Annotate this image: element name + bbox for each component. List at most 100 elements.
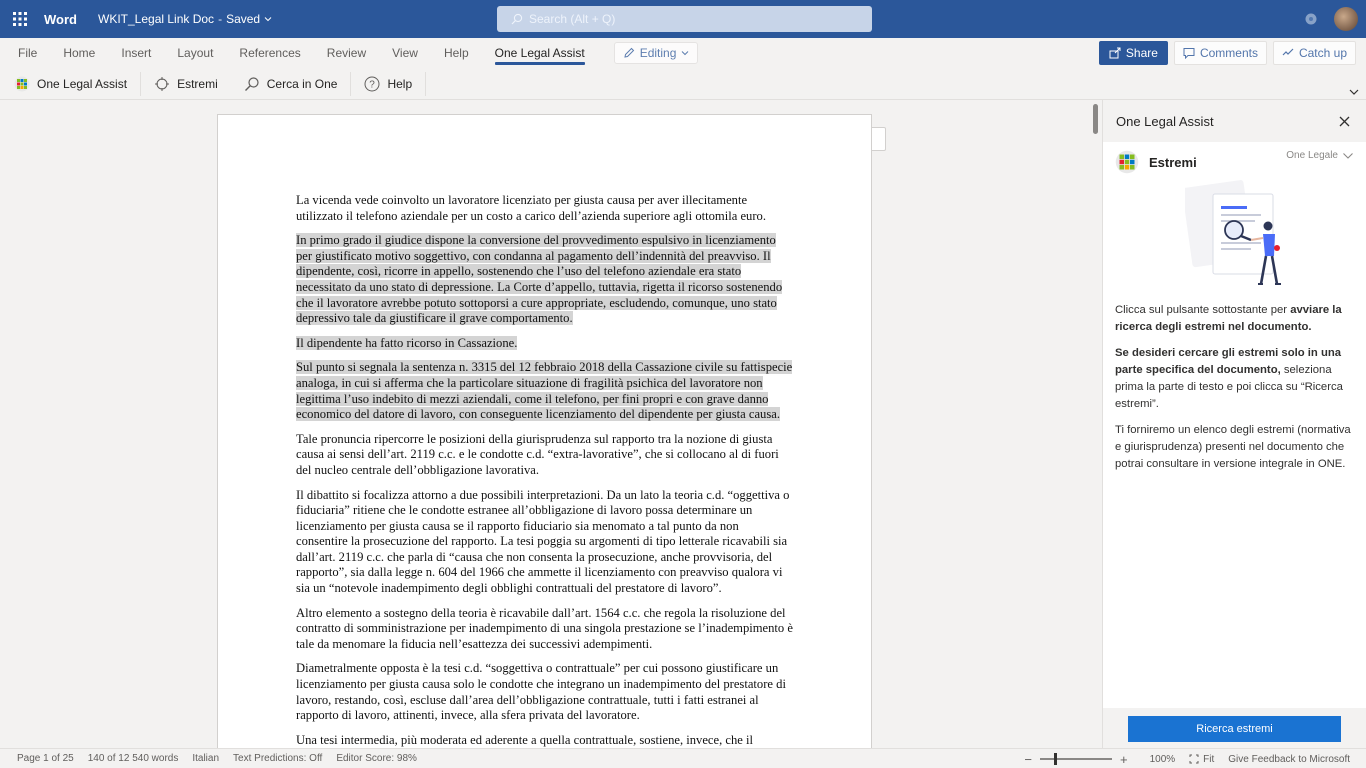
source-selector-label: One Legale xyxy=(1286,150,1338,161)
share-icon xyxy=(1109,47,1121,59)
paragraph-text: Diametralmente opposta è la tesi c.d. “s… xyxy=(296,661,786,723)
title-bar: Word WKIT_Legal Link Doc - Saved xyxy=(0,0,1366,38)
ribbon-toolbar: One Legal Assist Estremi Cerca in One ? … xyxy=(0,68,1366,100)
help-button[interactable]: ? Help xyxy=(351,70,425,98)
text-predictions-status[interactable]: Text Predictions: Off xyxy=(226,753,329,764)
save-status: Saved xyxy=(226,12,261,26)
document-paragraph[interactable]: Tale pronuncia ripercorre le posizioni d… xyxy=(296,432,793,479)
comments-button[interactable]: Comments xyxy=(1173,41,1267,65)
toolbar-divider xyxy=(425,71,427,96)
word-count[interactable]: 140 of 12 540 words xyxy=(81,753,186,764)
page-count[interactable]: Page 1 of 25 xyxy=(0,753,81,764)
tab-help[interactable]: Help xyxy=(431,38,482,68)
document-name[interactable]: WKIT_Legal Link Doc - Saved xyxy=(98,12,272,26)
fit-icon xyxy=(1189,754,1199,764)
search-box[interactable] xyxy=(497,6,872,32)
section-title: Estremi xyxy=(1149,154,1197,170)
zoom-out-button[interactable]: − xyxy=(1024,752,1032,767)
search-icon xyxy=(511,13,523,25)
tab-layout[interactable]: Layout xyxy=(164,38,226,68)
settings-icon[interactable] xyxy=(1296,0,1326,38)
comments-label: Comments xyxy=(1199,46,1258,60)
zoom-control: − + 100% xyxy=(1024,752,1175,767)
app-launcher-icon[interactable] xyxy=(0,0,40,38)
share-button[interactable]: Share xyxy=(1098,41,1168,65)
zoom-slider-handle[interactable] xyxy=(1054,753,1057,765)
document-paragraph[interactable]: Il dibattito si focalizza attorno a due … xyxy=(296,488,793,597)
cerca-in-one-label: Cerca in One xyxy=(266,76,338,91)
catch-up-button[interactable]: Catch up xyxy=(1272,41,1356,65)
ribbon-tabs: File Home Insert Layout References Revie… xyxy=(0,38,1366,68)
document-paragraph[interactable]: Altro elemento a sostegno della teoria è… xyxy=(296,606,793,653)
tab-references[interactable]: References xyxy=(226,38,313,68)
cerca-in-one-button[interactable]: Cerca in One xyxy=(231,70,351,98)
document-paragraph[interactable]: Sul punto si segnala la sentenza n. 3315… xyxy=(296,360,793,422)
one-legal-logo-icon xyxy=(1115,150,1139,174)
language-indicator[interactable]: Italian xyxy=(185,753,226,764)
document-title: WKIT_Legal Link Doc xyxy=(98,12,215,26)
pane-header: One Legal Assist xyxy=(1103,100,1366,142)
ricerca-estremi-button[interactable]: Ricerca estremi xyxy=(1128,716,1341,742)
paragraph-text: Tale pronuncia ripercorre le posizioni d… xyxy=(296,431,779,477)
paragraph-text: La vicenda vede coinvolto un lavoratore … xyxy=(296,193,766,223)
feedback-link[interactable]: Give Feedback to Microsoft xyxy=(1228,754,1350,765)
search-icon xyxy=(244,76,259,91)
chevron-down-icon xyxy=(1343,152,1353,159)
document-scrollbar[interactable] xyxy=(1092,100,1102,748)
estremi-button[interactable]: Estremi xyxy=(141,70,231,98)
zoom-slider[interactable] xyxy=(1040,753,1112,765)
one-legal-assist-label: One Legal Assist xyxy=(37,76,128,91)
document-paragraph[interactable]: La vicenda vede coinvolto un lavoratore … xyxy=(296,193,793,224)
task-pane: One Legal Assist Estremi One Legale Clic… xyxy=(1102,100,1366,748)
help-label: Help xyxy=(387,76,413,91)
tab-one-legal-assist[interactable]: One Legal Assist xyxy=(482,38,598,68)
comment-icon xyxy=(1183,48,1195,59)
paragraph-text: Altro elemento a sostegno della teoria è… xyxy=(296,605,793,651)
tab-view[interactable]: View xyxy=(379,38,431,68)
catch-up-icon xyxy=(1282,48,1294,56)
paragraph-text: Sul punto si segnala la sentenza n. 3315… xyxy=(296,360,793,422)
one-legal-logo-icon xyxy=(14,76,30,91)
app-name[interactable]: Word xyxy=(44,12,92,27)
document-paragraph[interactable]: Diametralmente opposta è la tesi c.d. “s… xyxy=(296,661,793,723)
tab-insert[interactable]: Insert xyxy=(108,38,164,68)
pane-description: Clicca sul pulsante sottostante per avvi… xyxy=(1115,302,1355,482)
selection-paragraph: Se desideri cercare gli estremi solo in … xyxy=(1115,345,1355,413)
close-icon[interactable] xyxy=(1336,113,1352,129)
svg-text:?: ? xyxy=(370,79,376,90)
intro-text: Clicca sul pulsante sottostante per xyxy=(1115,304,1291,316)
document-page[interactable]: La vicenda vede coinvolto un lavoratore … xyxy=(217,114,872,748)
fit-button[interactable]: Fit xyxy=(1189,754,1214,765)
one-legal-assist-button[interactable]: One Legal Assist xyxy=(0,70,140,98)
document-paragraph[interactable]: In primo grado il giudice dispone la con… xyxy=(296,233,793,327)
paragraph-text: Il dipendente ha fatto ricorso in Cassaz… xyxy=(296,335,518,350)
estremi-label: Estremi xyxy=(177,76,218,91)
help-icon: ? xyxy=(364,76,380,91)
results-paragraph: Ti forniremo un elenco degli estremi (no… xyxy=(1115,424,1351,470)
scrollbar-thumb[interactable] xyxy=(1093,104,1098,134)
tab-file[interactable]: File xyxy=(0,38,50,68)
source-selector[interactable]: One Legale xyxy=(1286,150,1354,161)
document-paragraph[interactable]: Il dipendente ha fatto ricorso in Cassaz… xyxy=(296,335,793,352)
search-input[interactable] xyxy=(529,12,829,26)
pane-title: One Legal Assist xyxy=(1116,113,1214,129)
ribbon-collapse-icon[interactable] xyxy=(1348,86,1360,98)
editor-score[interactable]: Editor Score: 98% xyxy=(329,753,424,764)
zoom-level[interactable]: 100% xyxy=(1150,754,1176,765)
document-canvas[interactable]: La vicenda vede coinvolto un lavoratore … xyxy=(0,100,1092,748)
editing-label: Editing xyxy=(639,46,677,60)
page-side-tab xyxy=(872,127,886,151)
status-bar: Page 1 of 25 140 of 12 540 words Italian… xyxy=(0,748,1366,768)
tab-home[interactable]: Home xyxy=(50,38,108,68)
editing-mode-button[interactable]: Editing xyxy=(613,42,699,64)
fit-label: Fit xyxy=(1203,753,1215,765)
tab-review[interactable]: Review xyxy=(314,38,379,68)
chevron-down-icon xyxy=(264,17,272,22)
avatar[interactable] xyxy=(1334,7,1358,31)
crosshair-icon xyxy=(155,76,170,91)
paragraph-text: In primo grado il giudice dispone la con… xyxy=(296,233,783,326)
document-paragraph[interactable]: Una tesi intermedia, più moderata ed ade… xyxy=(296,733,793,748)
zoom-in-button[interactable]: + xyxy=(1120,752,1128,767)
catch-up-label: Catch up xyxy=(1298,46,1347,60)
chevron-down-icon xyxy=(682,51,689,56)
